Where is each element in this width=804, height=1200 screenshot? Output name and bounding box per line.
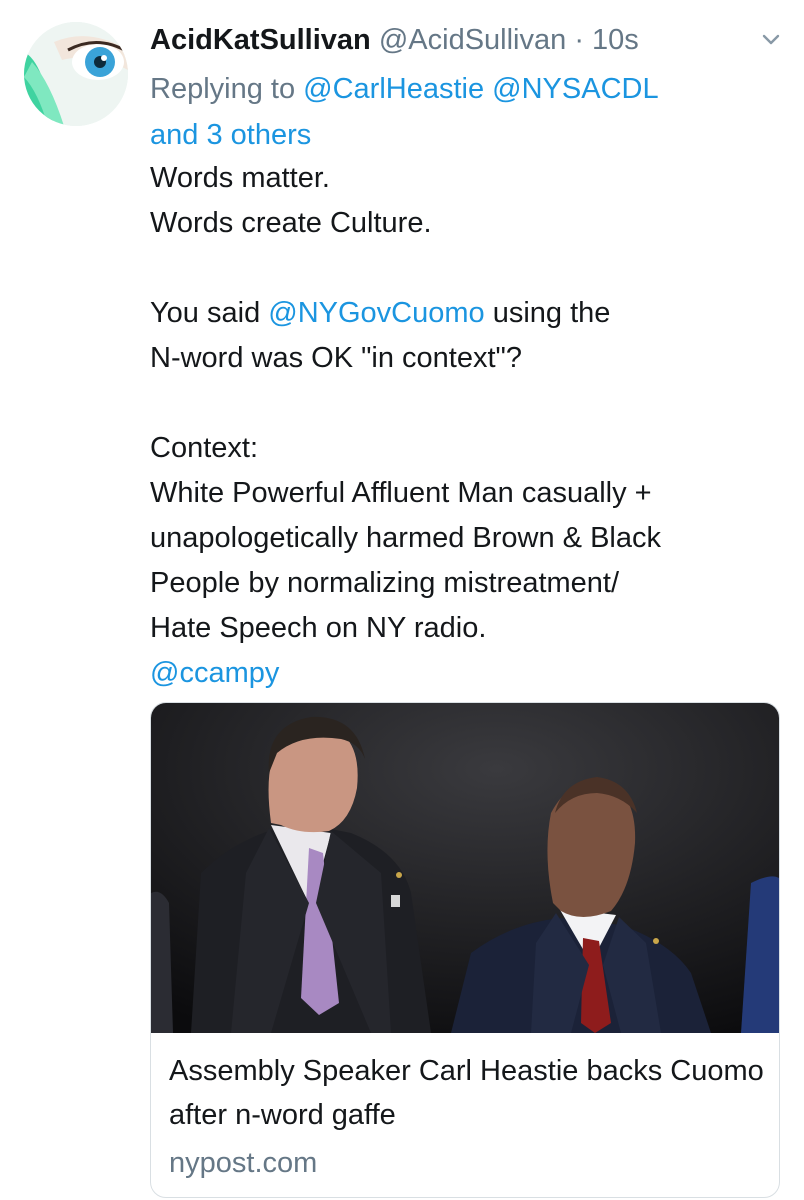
tweet-line: @ccampy xyxy=(150,651,790,696)
link-card[interactable]: Assembly Speaker Carl Heastie backs Cuom… xyxy=(150,702,780,1198)
tweet-line: People by normalizing mistreatment/ xyxy=(150,567,620,599)
tweet-line: unapologetically harmed Brown & Black xyxy=(150,522,661,554)
line-text: using the xyxy=(484,297,611,329)
replying-prefix: Replying to xyxy=(150,73,304,105)
display-name[interactable]: AcidKatSullivan xyxy=(150,24,371,56)
user-handle[interactable]: @AcidSullivan xyxy=(379,24,566,56)
separator-dot: · xyxy=(566,24,593,56)
card-domain: nypost.com xyxy=(169,1147,318,1179)
tweet-line: You said @NYGovCuomo using the xyxy=(150,291,790,336)
reply-mention-carlheastie[interactable]: @CarlHeastie xyxy=(303,73,484,105)
avatar[interactable] xyxy=(24,22,128,126)
line-gap xyxy=(150,381,790,426)
tweet-text: Words matter. Words create Culture. You … xyxy=(150,156,790,696)
replying-to: Replying to @CarlHeastie @NYSACDL and 3 … xyxy=(150,66,770,158)
tweet-line: N-word was OK "in context"? xyxy=(150,342,522,374)
line-gap xyxy=(150,246,790,291)
tweet-line: Words create Culture. xyxy=(150,207,432,239)
reply-others-link[interactable]: and 3 others xyxy=(150,119,311,151)
tweet-line: Hate Speech on NY radio. xyxy=(150,612,487,644)
tweet-line: White Powerful Affluent Man casually + xyxy=(150,477,652,509)
mention-nygovcuomo[interactable]: @NYGovCuomo xyxy=(268,297,484,329)
card-image xyxy=(151,703,779,1033)
avatar-eye-image xyxy=(24,22,128,126)
timestamp[interactable]: 10s xyxy=(592,24,639,56)
line-text: You said xyxy=(150,297,269,329)
tweet-header: AcidKatSullivan @AcidSullivan · 10s xyxy=(150,18,770,62)
reply-mention-nysacdl[interactable]: @NYSACDL xyxy=(492,73,658,105)
card-title: Assembly Speaker Carl Heastie backs Cuom… xyxy=(169,1055,764,1131)
chevron-down-icon xyxy=(762,34,780,45)
handle-text: @AcidSullivan xyxy=(378,24,567,56)
mention-ccampy[interactable]: @ccampy xyxy=(150,657,279,689)
tweet-menu-button[interactable] xyxy=(758,26,784,52)
tweet-line: Context: xyxy=(150,432,258,464)
tweet-line: Words matter. xyxy=(150,162,330,194)
